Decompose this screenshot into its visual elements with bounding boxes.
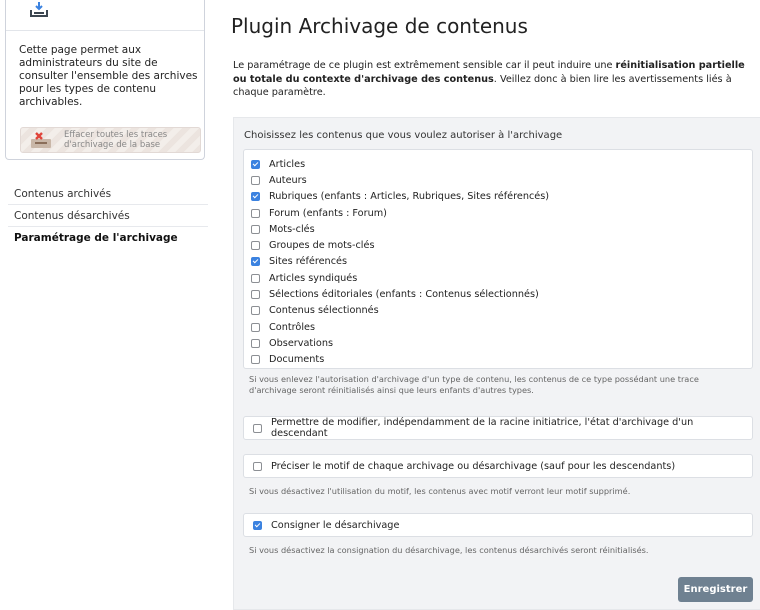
save-button[interactable]: Enregistrer [678, 577, 753, 602]
content-type-checkbox[interactable] [251, 159, 260, 169]
content-types-list: Articles Auteurs Rubriques (enfants : Arti… [251, 156, 549, 368]
content-type-label: Groupes de mots-clés [269, 240, 375, 252]
content-type-label: Articles syndiqués [269, 272, 358, 284]
content-type-row[interactable]: Contenus sélectionnés [251, 303, 549, 319]
page-title: Plugin Archivage de contenus [231, 14, 528, 38]
sidebar-nav: Contenus archivés Contenus désarchivés P… [8, 183, 208, 249]
erase-traces-button[interactable]: Effacer toutes les traces d'archivage de… [20, 127, 201, 153]
content-type-row[interactable]: Articles syndiqués [251, 270, 549, 286]
intro-prefix: Le paramétrage de ce plugin est extrêmem… [233, 60, 616, 71]
content-type-checkbox[interactable] [251, 322, 260, 332]
content-type-checkbox[interactable] [251, 273, 260, 283]
content-type-label: Articles [269, 158, 306, 170]
content-type-row[interactable]: Documents [251, 352, 549, 368]
option-descendants-label: Permettre de modifier, indépendamment de… [271, 417, 694, 439]
option-consigner[interactable]: Consigner le désarchivage [243, 513, 753, 537]
content-types-label: Choisissez les contenus que vous voulez … [244, 130, 563, 141]
archive-delete-icon [31, 132, 51, 148]
content-type-checkbox[interactable] [251, 290, 260, 300]
option-descendants[interactable]: Permettre de modifier, indépendamment de… [243, 416, 753, 440]
content-type-checkbox[interactable] [251, 338, 260, 348]
content-type-row[interactable]: Observations [251, 335, 549, 351]
content-type-label: Sélections éditoriales (enfants : Conten… [269, 289, 539, 301]
content-type-checkbox[interactable] [251, 257, 260, 267]
content-type-label: Forum (enfants : Forum) [269, 207, 387, 219]
content-type-label: Documents [269, 354, 325, 366]
info-text: Cette page permet aux administrateurs du… [19, 44, 198, 108]
intro-text: Le paramétrage de ce plugin est extrêmem… [233, 59, 753, 100]
archive-download-icon [30, 2, 48, 17]
info-box-divider [6, 30, 204, 31]
option-motif-help: Si vous désactivez l'utilisation du moti… [249, 486, 631, 496]
content-type-checkbox[interactable] [251, 241, 260, 251]
option-motif-checkbox[interactable] [253, 461, 262, 471]
info-box: Cette page permet aux administrateurs du… [5, 0, 205, 160]
option-motif[interactable]: Préciser le motif de chaque archivage ou… [243, 454, 753, 478]
content-type-checkbox[interactable] [251, 224, 260, 234]
option-consigner-help: Si vous désactivez la consignation du dé… [249, 545, 649, 555]
content-type-row[interactable]: Mots-clés [251, 221, 549, 237]
content-type-row[interactable]: Contrôles [251, 319, 549, 335]
content-type-row[interactable]: Groupes de mots-clés [251, 237, 549, 253]
option-descendants-checkbox[interactable] [253, 423, 262, 433]
content-type-label: Contenus sélectionnés [269, 305, 379, 317]
sidebar-item-contenus-desarchives[interactable]: Contenus désarchivés [8, 205, 208, 227]
option-motif-label: Préciser le motif de chaque archivage ou… [271, 460, 676, 472]
content-type-checkbox[interactable] [251, 192, 260, 202]
content-type-checkbox[interactable] [251, 208, 260, 218]
option-consigner-checkbox[interactable] [253, 520, 262, 530]
content-type-row[interactable]: Auteurs [251, 172, 549, 188]
option-consigner-label: Consigner le désarchivage [271, 519, 400, 531]
content-type-label: Observations [269, 337, 334, 349]
content-type-row[interactable]: Sélections éditoriales (enfants : Conten… [251, 286, 549, 302]
content-type-label: Mots-clés [269, 223, 315, 235]
content-type-row[interactable]: Articles [251, 156, 549, 172]
content-type-label: Auteurs [269, 174, 307, 186]
content-type-row[interactable]: Forum (enfants : Forum) [251, 205, 549, 221]
content-type-row[interactable]: Rubriques (enfants : Articles, Rubriques… [251, 189, 549, 205]
sidebar-item-parametrage[interactable]: Paramétrage de l'archivage [8, 227, 208, 249]
content-type-label: Rubriques (enfants : Articles, Rubriques… [269, 191, 550, 203]
content-type-checkbox[interactable] [251, 355, 260, 365]
content-types-help: Si vous enlevez l'autorisation d'archiva… [249, 374, 699, 395]
sidebar-item-contenus-archives[interactable]: Contenus archivés [8, 183, 208, 205]
erase-traces-label: Effacer toutes les traces d'archivage de… [64, 130, 168, 150]
content-type-label: Contrôles [269, 321, 316, 333]
content-type-checkbox[interactable] [251, 306, 260, 316]
content-types-box: Articles Auteurs Rubriques (enfants : Arti… [243, 149, 753, 369]
content-type-checkbox[interactable] [251, 175, 260, 185]
content-type-label: Sites référencés [269, 256, 348, 268]
content-type-row[interactable]: Sites référencés [251, 254, 549, 270]
